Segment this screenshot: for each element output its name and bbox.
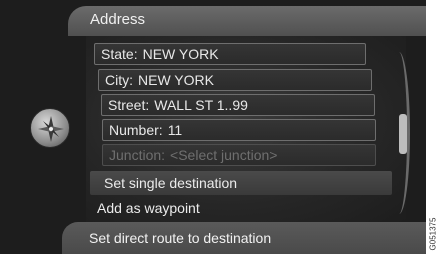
state-field[interactable]: State: NEW YORK bbox=[94, 43, 366, 65]
set-direct-route-button[interactable]: Set direct route to destination bbox=[89, 230, 271, 246]
junction-label: Junction: bbox=[109, 147, 166, 163]
number-label: Number: bbox=[109, 122, 163, 138]
nav-screen: Address State: NEW YORK City: NEW YORK S… bbox=[0, 0, 426, 254]
street-value: WALL ST 1..99 bbox=[154, 97, 248, 113]
city-label: City: bbox=[105, 72, 133, 88]
junction-field: Junction: <Select junction> bbox=[102, 144, 376, 166]
city-field[interactable]: City: NEW YORK bbox=[98, 69, 372, 91]
figure-code: G051375 bbox=[428, 214, 438, 254]
state-label: State: bbox=[101, 46, 138, 62]
number-value: 11 bbox=[167, 122, 183, 138]
junction-value: <Select junction> bbox=[170, 147, 278, 163]
scrollbar-thumb[interactable] bbox=[399, 114, 407, 154]
add-as-waypoint-button[interactable]: Add as waypoint bbox=[97, 200, 200, 216]
compass-icon bbox=[30, 108, 70, 148]
number-field[interactable]: Number: 11 bbox=[102, 119, 376, 141]
page-title: Address bbox=[90, 11, 146, 28]
city-value: NEW YORK bbox=[138, 72, 214, 88]
street-label: Street: bbox=[108, 97, 150, 113]
set-single-destination-button[interactable]: Set single destination bbox=[104, 175, 237, 191]
figure-code-text: G051375 bbox=[428, 217, 438, 251]
state-value: NEW YORK bbox=[142, 46, 219, 62]
street-field[interactable]: Street: WALL ST 1..99 bbox=[101, 94, 375, 116]
